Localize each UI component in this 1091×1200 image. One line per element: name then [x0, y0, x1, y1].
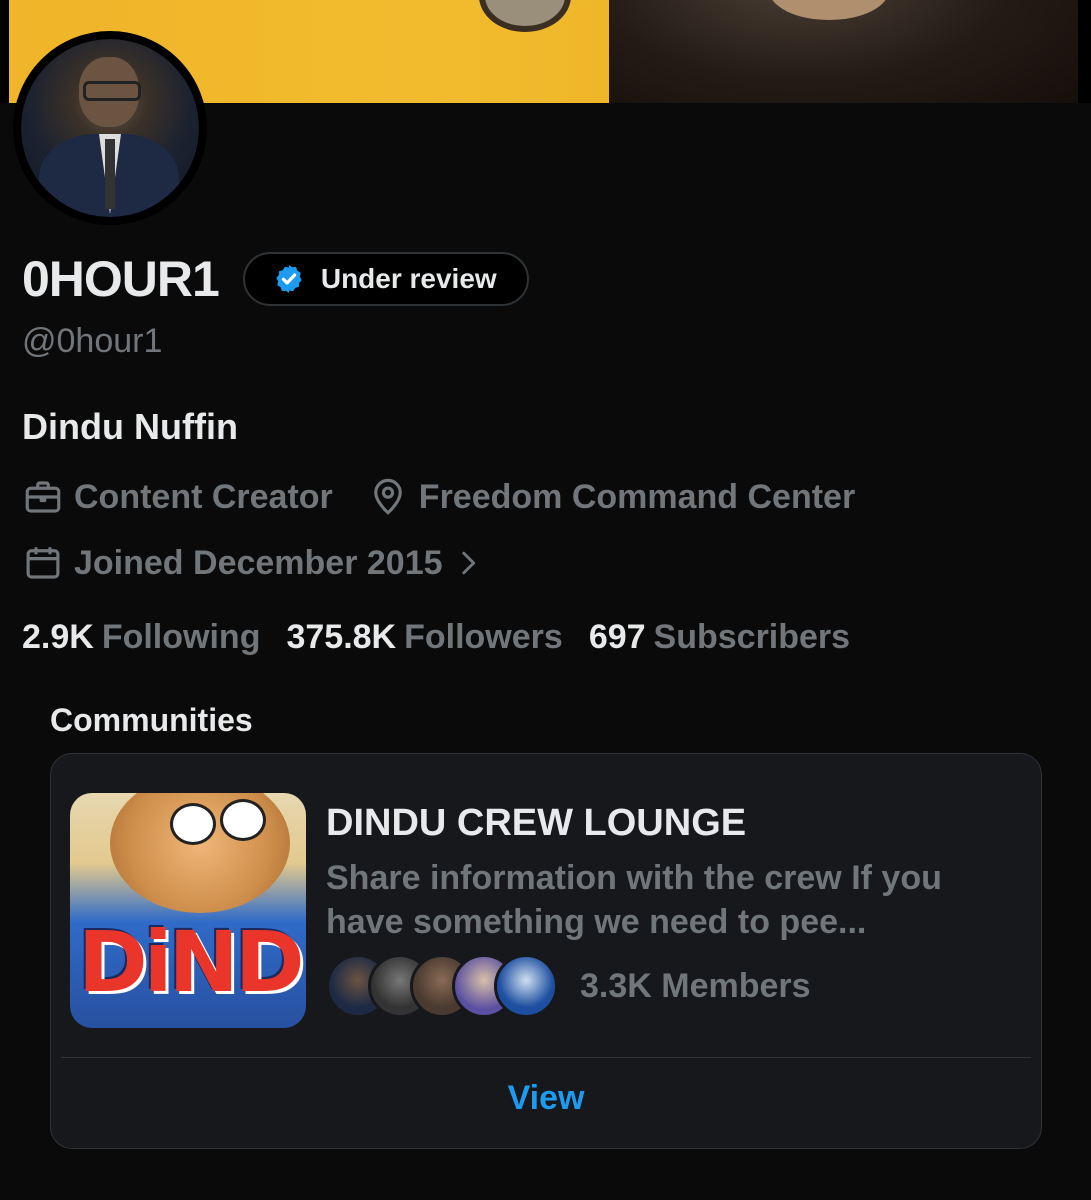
member-avatar — [494, 954, 558, 1018]
following-stat[interactable]: 2.9K Following — [22, 618, 260, 657]
community-name[interactable]: DINDU CREW LOUNGE — [326, 802, 746, 845]
calendar-icon — [26, 547, 60, 579]
profile-bio: Dindu Nuffin — [22, 406, 238, 447]
communities-heading: Communities — [50, 702, 253, 738]
location-text: Freedom Command Center — [418, 477, 856, 516]
profile-avatar[interactable] — [13, 31, 207, 225]
joined-item[interactable]: Joined December 2015 — [22, 542, 495, 584]
following-count: 2.9K — [22, 618, 94, 656]
followers-count: 375.8K — [286, 618, 397, 656]
profession-item: Content Creator — [22, 476, 333, 518]
name-row: 0HOUR1 Under review — [22, 250, 529, 308]
community-members-count: 3.3K Members — [580, 966, 811, 1005]
verification-badge[interactable]: Under review — [242, 252, 529, 306]
profession-text: Content Creator — [74, 477, 333, 516]
chevron-right-icon — [461, 551, 475, 575]
followers-stat[interactable]: 375.8K Followers — [286, 618, 562, 657]
profile-stats: 2.9K Following 375.8K Followers 697 Subscri… — [22, 618, 876, 657]
badge-label: Under review — [320, 263, 497, 294]
community-members-row: 3.3K Members — [326, 954, 811, 1018]
joined-row[interactable]: Joined December 2015 — [22, 542, 529, 584]
view-community-button[interactable]: View — [51, 1079, 1041, 1118]
community-image-logo-text: DiND — [78, 913, 305, 1011]
subscribers-label: Subscribers — [653, 618, 851, 656]
display-name: 0HOUR1 — [22, 251, 220, 307]
location-pin-icon — [373, 478, 402, 515]
community-description: Share information with the crew If you h… — [326, 859, 942, 941]
following-label: Following — [101, 618, 261, 656]
profile-handle: @0hour1 — [22, 322, 163, 360]
card-divider — [61, 1057, 1031, 1058]
followers-label: Followers — [404, 618, 563, 656]
joined-text: Joined December 2015 — [74, 543, 443, 582]
community-image: DiND — [70, 793, 306, 1028]
profile-meta-row: Content Creator Freedom Command Center — [22, 476, 889, 518]
briefcase-icon — [25, 481, 61, 513]
community-card[interactable]: DiND DINDU CREW LOUNGE Share information… — [50, 753, 1042, 1149]
subscribers-count: 697 — [588, 618, 646, 656]
location-item: Freedom Command Center — [367, 476, 855, 518]
subscribers-stat[interactable]: 697 Subscribers — [589, 618, 850, 657]
verified-check-icon — [276, 265, 302, 293]
